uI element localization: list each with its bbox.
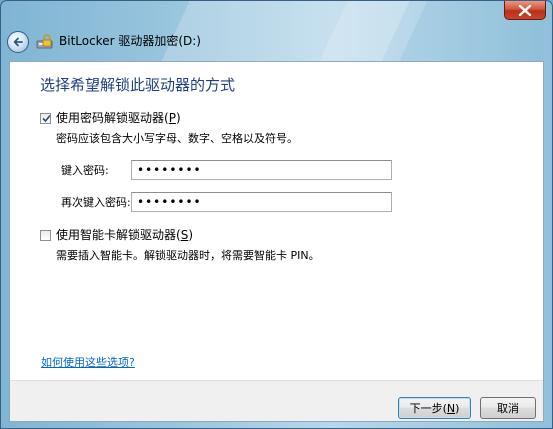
title-bar: BitLocker 驱动器加密(D:) — [1, 1, 552, 101]
page-heading: 选择希望解锁此驱动器的方式 — [40, 76, 236, 94]
password-option-label: 使用密码解锁驱动器(P) — [56, 111, 181, 125]
smartcard-option-description: 需要插入智能卡。解锁驱动器时，将需要智能卡 PIN。 — [56, 249, 320, 262]
wizard-footer: 下一步(N) 取消 — [10, 380, 543, 421]
wizard-content: 选择希望解锁此驱动器的方式 使用密码解锁驱动器(P) 密码应该包含大小写字母、数… — [9, 61, 544, 422]
next-button[interactable]: 下一步(N) — [398, 397, 471, 419]
bitlocker-drive-icon — [36, 34, 53, 49]
confirm-password-input[interactable] — [131, 192, 392, 212]
smartcard-option-label: 使用智能卡解锁驱动器(S) — [56, 228, 193, 242]
smartcard-checkbox-box[interactable] — [40, 229, 51, 241]
bitlocker-window: BitLocker 驱动器加密(D:) 选择希望解锁此驱动器的方式 使用密码解锁… — [0, 0, 553, 429]
checkmark-icon — [42, 114, 51, 122]
confirm-password-label: 再次键入密码: — [61, 196, 131, 209]
close-button[interactable] — [504, 1, 546, 20]
password-option-checkbox[interactable]: 使用密码解锁驱动器(P) — [40, 110, 181, 126]
smartcard-option-checkbox[interactable]: 使用智能卡解锁驱动器(S) — [40, 227, 193, 243]
password-field-label: 键入密码: — [61, 164, 109, 177]
window-title: BitLocker 驱动器加密(D:) — [59, 34, 201, 48]
arrow-left-icon — [13, 37, 23, 47]
back-button[interactable] — [7, 31, 29, 53]
close-icon — [518, 4, 532, 16]
password-option-description: 密码应该包含大小写字母、数字、空格以及符号。 — [56, 132, 298, 145]
help-link[interactable]: 如何使用这些选项? — [41, 356, 135, 370]
password-checkbox-box[interactable] — [40, 112, 51, 124]
password-input[interactable] — [131, 160, 392, 180]
cancel-button[interactable]: 取消 — [480, 397, 536, 419]
